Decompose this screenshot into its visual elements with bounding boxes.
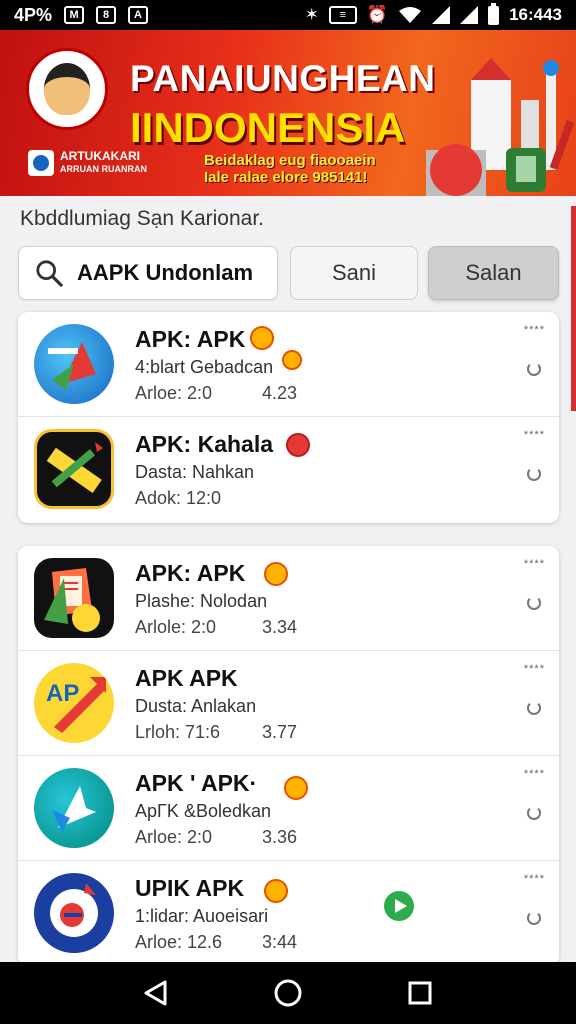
promo-banner[interactable]: ARTUKAKARI ARRUAN RUANRAN PANAIUNGHEAN I… bbox=[0, 30, 576, 196]
app-rating: 3:44 bbox=[262, 932, 298, 952]
emoji-icon bbox=[284, 776, 308, 800]
app-name: APK: Kahala bbox=[135, 431, 274, 457]
app-developer: Dusta: Anlakan bbox=[135, 696, 257, 716]
app-meta: Arlole: 2:0 bbox=[135, 617, 217, 637]
app-rating: 4.23 bbox=[262, 383, 298, 403]
play-icon[interactable] bbox=[384, 891, 414, 921]
app-meta: Arloe: 12.6 bbox=[135, 932, 223, 952]
emoji-icon bbox=[250, 326, 274, 350]
notification-icon: 8 bbox=[96, 6, 117, 24]
refresh-icon[interactable] bbox=[527, 701, 541, 715]
battery-percent: 4P% bbox=[14, 4, 53, 25]
emoji-icon bbox=[264, 879, 288, 903]
home-icon[interactable] bbox=[268, 973, 308, 1013]
app-list-card: APK: APK 4:blart Gebadcan Arloe: 2:0 4.2… bbox=[18, 312, 559, 523]
org-icon bbox=[28, 150, 54, 176]
stars-rating: **** bbox=[523, 768, 545, 780]
navigation-bar bbox=[0, 962, 576, 1024]
wifi-icon bbox=[399, 7, 422, 23]
app-list-card: APK: APK Plashe: Nolodan Arlole: 2:0 3.3… bbox=[18, 546, 559, 966]
ap-arrow-icon: AP bbox=[34, 663, 114, 743]
org-logo: ARTUKAKARI ARRUAN RUANRAN bbox=[28, 150, 147, 176]
status-time: 16:443 bbox=[509, 5, 562, 24]
refresh-icon[interactable] bbox=[527, 596, 541, 610]
stars-rating: **** bbox=[523, 663, 545, 675]
scroll-indicator bbox=[571, 206, 576, 411]
app-name: APK: APK bbox=[135, 326, 246, 352]
banner-subtitle: IINDONENSIA bbox=[130, 104, 406, 151]
app-list-item[interactable]: APK: Kahala Dasta: Nahkan Adok: 12:0 ***… bbox=[18, 417, 559, 522]
search-input[interactable] bbox=[77, 260, 277, 286]
stars-rating: **** bbox=[523, 429, 545, 441]
emoji-icon bbox=[282, 350, 302, 370]
emoji-icon bbox=[286, 433, 310, 457]
stars-rating: **** bbox=[523, 873, 545, 885]
bluetooth-icon: ✶ bbox=[304, 5, 319, 24]
app-list-item[interactable]: APK: APK 4:blart Gebadcan Arloe: 2:0 4.2… bbox=[18, 312, 559, 417]
city-illustration bbox=[426, 58, 575, 196]
refresh-icon[interactable] bbox=[527, 806, 541, 820]
emoji-icon bbox=[264, 562, 288, 586]
app-list-item[interactable]: APK: APK Plashe: Nolodan Arlole: 2:0 3.3… bbox=[18, 546, 559, 651]
battery-icon bbox=[488, 2, 500, 25]
banner-tagline-line: Iale ralae elore 985141! bbox=[204, 169, 368, 186]
app-name: UPIK APK bbox=[135, 875, 245, 901]
app-developer: ApΓK &Boledkan bbox=[135, 801, 272, 821]
status-bar: 4P% M 8 A ✶ ≡ ⏰ 16:443 bbox=[0, 0, 576, 30]
stars-rating: **** bbox=[523, 558, 545, 570]
app-developer: 1:lidar: Auoeisari bbox=[135, 906, 269, 926]
app-developer: 4:blart Gebadcan bbox=[135, 357, 274, 377]
app-developer: Plashe: Nolodan bbox=[135, 591, 268, 611]
app-list-item[interactable]: APK ' APK· ApΓK &Boledkan Arloe: 2:0 3.3… bbox=[18, 756, 559, 861]
notification-icon: A bbox=[128, 6, 149, 24]
refresh-icon[interactable] bbox=[527, 911, 541, 925]
app-meta: Arloe: 2:0 bbox=[135, 827, 213, 847]
app-list-item[interactable]: UPIK APK 1:lidar: Auoeisari Arloe: 12.6 … bbox=[18, 861, 559, 966]
org-name-sub: ARRUAN RUANRAN bbox=[60, 164, 147, 174]
app-name: APK: APK bbox=[135, 560, 246, 586]
svg-text:AP: AP bbox=[46, 680, 79, 707]
search-box[interactable] bbox=[18, 246, 278, 300]
search-icon bbox=[36, 260, 63, 287]
header-hint: Kbddlumiag Sạn Karionar. bbox=[20, 207, 264, 230]
green-arrow-icon bbox=[34, 768, 114, 848]
app-rating: 3.77 bbox=[262, 722, 298, 742]
app-name: APK APK bbox=[135, 665, 238, 691]
app-developer: Dasta: Nahkan bbox=[135, 462, 255, 482]
alarm-icon: ⏰ bbox=[366, 5, 389, 24]
recents-icon[interactable] bbox=[400, 973, 440, 1013]
app-meta: Lrloh: 71:6 bbox=[135, 722, 221, 742]
app-list-item[interactable]: AP APK APK Dusta: Anlakan Lrloh: 71:6 3.… bbox=[18, 651, 559, 756]
banner-tagline: Beidaklag eug fiaooaein Iale ralae elore… bbox=[204, 152, 376, 186]
vibrate-icon: ≡ bbox=[328, 6, 357, 24]
signal-icon bbox=[432, 6, 451, 24]
app-rating: 3.34 bbox=[262, 617, 298, 637]
app-meta: Arloe: 2:0 bbox=[135, 383, 213, 403]
notification-icon: M bbox=[64, 6, 85, 24]
banner-title: PANAIUNGHEAN bbox=[130, 58, 436, 99]
app-meta: Adok: 12:0 bbox=[135, 488, 222, 508]
sani-button[interactable]: Sani bbox=[290, 246, 418, 300]
refresh-icon[interactable] bbox=[527, 467, 541, 481]
pencil-ruler-icon bbox=[34, 429, 114, 509]
emblem-logo bbox=[26, 48, 108, 130]
app-name: APK ' APK· bbox=[135, 770, 258, 796]
blue-emblem-icon bbox=[34, 873, 114, 953]
salan-button[interactable]: Salan bbox=[428, 246, 559, 300]
app-rating: 3.36 bbox=[262, 827, 298, 847]
maps-arrow-icon bbox=[34, 324, 114, 404]
banner-tagline-line: Beidaklag eug fiaooaein bbox=[204, 152, 376, 169]
stars-rating: **** bbox=[523, 324, 545, 336]
back-icon[interactable] bbox=[136, 973, 176, 1013]
document-emoji-icon bbox=[34, 558, 114, 638]
refresh-icon[interactable] bbox=[527, 362, 541, 376]
signal-icon bbox=[460, 6, 479, 24]
